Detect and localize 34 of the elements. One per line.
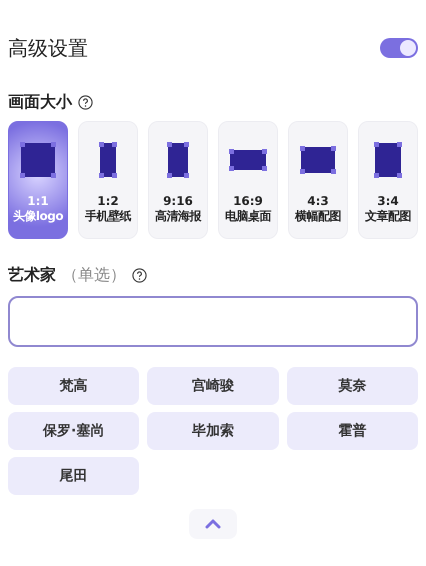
- artist-chip[interactable]: 莫奈: [286, 367, 418, 405]
- aspect-ratio-icon: [99, 142, 117, 178]
- ratio-text: 1:2: [97, 194, 119, 208]
- hint-text: （单选）: [62, 265, 126, 286]
- ratio-text: 1:1: [27, 194, 49, 208]
- artist-chip[interactable]: 梵高: [8, 367, 140, 405]
- size-option[interactable]: 3:4 文章配图: [358, 121, 418, 239]
- artist-chip[interactable]: 保罗·塞尚: [8, 412, 140, 450]
- artist-chip[interactable]: 毕加索: [147, 412, 279, 450]
- artist-chip[interactable]: 宫崎骏: [147, 367, 279, 405]
- help-icon[interactable]: [78, 95, 93, 110]
- toggle-switch[interactable]: [380, 38, 418, 58]
- size-option[interactable]: 4:3 横幅配图: [288, 121, 348, 239]
- chevron-up-icon: [205, 519, 221, 529]
- size-option[interactable]: 9:16 高清海报: [148, 121, 208, 239]
- ratio-text: 3:4: [377, 194, 399, 208]
- input-field[interactable]: [8, 296, 418, 347]
- ratio-text: 16:9: [233, 194, 263, 208]
- section-title: 高级设置: [8, 34, 88, 62]
- help-icon[interactable]: [132, 268, 147, 283]
- size-option[interactable]: 1:2 手机壁纸: [78, 121, 138, 239]
- field-label: 画面大小: [8, 92, 72, 113]
- size-option[interactable]: 16:9 电脑桌面: [218, 121, 278, 239]
- aspect-ratio-icon: [20, 142, 56, 178]
- aspect-ratio-icon: [167, 142, 189, 178]
- aspect-ratio-icon: [229, 149, 267, 171]
- artist-chip[interactable]: 尾田: [8, 457, 140, 495]
- ratio-text: 9:16: [163, 194, 193, 208]
- ratio-text: 4:3: [307, 194, 329, 208]
- collapse-button[interactable]: [189, 509, 237, 539]
- aspect-ratio-icon: [300, 146, 336, 174]
- aspect-ratio-icon: [374, 142, 402, 178]
- field-label: 艺术家: [8, 265, 56, 286]
- artist-chip[interactable]: 霍普: [286, 412, 418, 450]
